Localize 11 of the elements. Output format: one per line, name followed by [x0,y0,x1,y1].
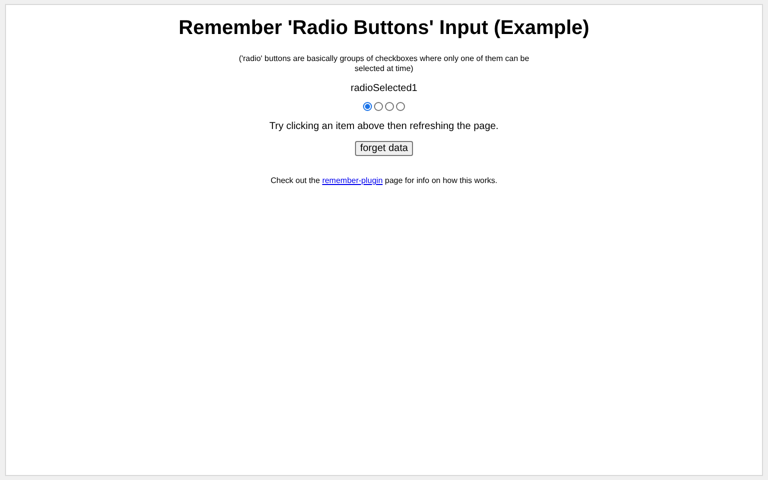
selected-value-text: radioSelected1 [350,83,418,94]
page-title: Remember 'Radio Buttons' Input (Example) [178,17,590,40]
plugin-link[interactable]: remember-plugin [322,176,383,185]
radio-button[interactable] [363,102,372,111]
description-text: ('radio' buttons are basically groups of checkboxes where only one of them can be selected at time) [238,54,530,74]
footer-text: Check out the remember-plugin page for info on how this works. [270,176,498,185]
radio-button[interactable] [396,102,405,111]
radio-button[interactable] [374,102,383,111]
radio-button[interactable] [385,102,394,111]
forget-data-button[interactable]: forget data [355,141,413,156]
instruction-text: Try clicking an item above then refreshing the page. [269,121,499,132]
